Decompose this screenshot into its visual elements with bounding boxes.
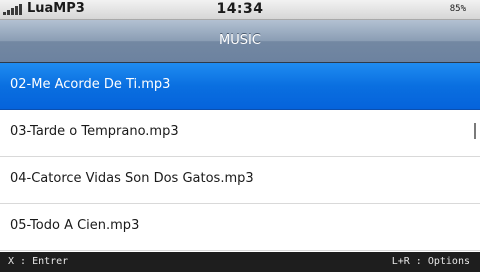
enter-hint: X : Entrer [8,256,69,267]
track-item[interactable]: 05-Todo A Cien.mp3 [0,204,480,251]
track-item[interactable]: 02-Me Acorde De Ti.mp3 [0,63,480,110]
track-item[interactable]: 03-Tarde o Temprano.mp3 [0,110,480,157]
track-item[interactable]: 04-Catorce Vidas Son Dos Gatos.mp3 [0,157,480,204]
clock: 14:34 [216,1,264,17]
scrollbar-thumb[interactable] [474,123,476,139]
title-bar: MUSIC [0,20,480,63]
page-title: MUSIC [219,33,261,48]
track-label: 03-Tarde o Temprano.mp3 [10,124,179,139]
bottom-hint-bar: X : Entrer L+R : Options [0,252,480,272]
track-list: 02-Me Acorde De Ti.mp3 03-Tarde o Tempra… [0,63,480,252]
track-label: 04-Catorce Vidas Son Dos Gatos.mp3 [10,171,254,186]
track-label: 02-Me Acorde De Ti.mp3 [10,77,171,92]
status-bar: LuaMP3 14:34 85% [0,0,480,20]
track-label: 05-Todo A Cien.mp3 [10,218,140,233]
options-hint: L+R : Options [391,256,470,267]
battery-level: 85% [449,4,466,14]
